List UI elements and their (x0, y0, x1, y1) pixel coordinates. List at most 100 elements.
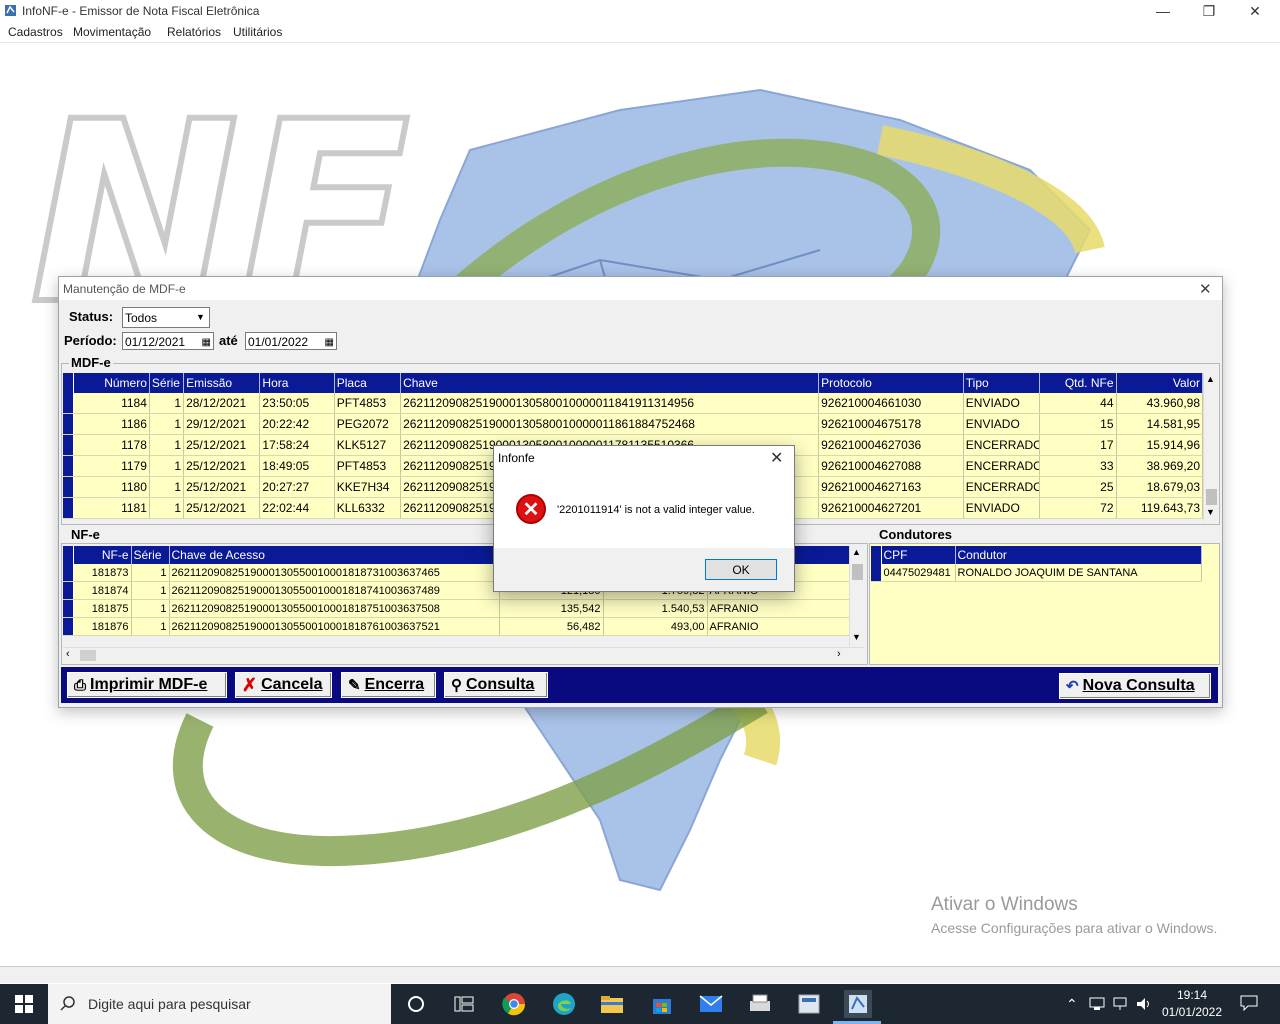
imprimir-mdfe-button[interactable]: ⎙ Imprimir MDF-e (67, 672, 227, 698)
cell-emissao: 25/12/2021 (183, 497, 261, 519)
clock-time[interactable]: 19:14 (1172, 988, 1212, 1002)
chevron-up-icon[interactable]: ⌃ (1066, 996, 1078, 1013)
cell-destino: AFRANIO (707, 617, 850, 636)
scanner-app-icon[interactable] (746, 990, 774, 1018)
encerra-button[interactable]: ✎ Encerra (341, 672, 436, 698)
menu-relatorios[interactable]: Relatórios (167, 25, 221, 39)
infonfe-taskbar-icon[interactable] (844, 990, 872, 1018)
cell-qtd-nfe: 25 (1039, 476, 1117, 498)
row-indicator-header (63, 546, 74, 564)
volume-icon[interactable] (1136, 997, 1154, 1011)
col-qtd-nfe[interactable]: Qtd. NFe (1039, 373, 1117, 393)
col-protocolo[interactable]: Protocolo (818, 373, 964, 393)
edge-icon[interactable] (550, 990, 578, 1018)
table-row[interactable]: 1186 1 29/12/2021 20:22:42 PEG2072 26211… (63, 413, 1203, 435)
col-tipo[interactable]: Tipo (963, 373, 1041, 393)
cancela-button[interactable]: ✗ Cancela (235, 672, 332, 698)
periodo-end-field[interactable]: 01/01/2022 ▦ (245, 332, 337, 350)
mdfe-titlebar: Manutenção de MDF-e ✕ (59, 277, 1222, 300)
start-windows-icon[interactable] (10, 990, 38, 1018)
menu-cadastros[interactable]: Cadastros (8, 25, 63, 39)
col-cpf[interactable]: CPF (881, 546, 956, 564)
col-nfe[interactable]: NF-e (73, 546, 132, 564)
col-valor[interactable]: Valor (1116, 373, 1203, 393)
menu-movimentacao[interactable]: Movimentação (73, 25, 151, 39)
table-row[interactable]: 181876 1 2621120908251900013055001000181… (63, 617, 850, 636)
error-dialog: Infonfe ✕ ✕ '2201011914' is not a valid … (493, 445, 795, 592)
cell-valor: 38.969,20 (1116, 455, 1203, 477)
col-placa[interactable]: Placa (334, 373, 402, 393)
table-row[interactable]: 181875 1 2621120908251900013055001000181… (63, 599, 850, 618)
encerra-label: Encerra (364, 676, 425, 693)
calendar-icon[interactable]: ▦ (325, 334, 334, 352)
cell-qtd-nfe: 72 (1039, 497, 1117, 519)
col-emissao[interactable]: Emissão (183, 373, 261, 393)
minimize-button[interactable]: — (1140, 0, 1186, 22)
cell-chave: 2621120908251900013058001000001184191131… (400, 393, 820, 414)
scroll-left-icon[interactable]: ‹ (66, 648, 70, 660)
nfe-horizontal-scrollbar[interactable]: ‹ › (63, 647, 864, 663)
status-label: Status: (69, 309, 114, 324)
cell-chave-acesso: 2621120908251900013055001000181875100363… (169, 599, 500, 618)
device-icon[interactable] (1089, 997, 1105, 1011)
close-button[interactable]: ✕ (1232, 0, 1278, 22)
cell-chave: 2621120908251900013058001000001186188475… (400, 413, 820, 435)
scroll-right-icon[interactable]: › (837, 648, 841, 660)
scroll-up-icon[interactable]: ▲ (1206, 374, 1215, 384)
restore-button[interactable]: ❐ (1186, 0, 1232, 22)
scroll-thumb[interactable] (1206, 489, 1217, 505)
table-row[interactable]: 1184 1 28/12/2021 23:50:05 PFT4853 26211… (63, 393, 1203, 414)
mdfe-vertical-scrollbar[interactable]: ▲ ▼ (1203, 373, 1219, 521)
periodo-start-value: 01/12/2021 (125, 335, 186, 349)
chrome-icon[interactable] (500, 990, 528, 1018)
mail-icon[interactable] (697, 990, 725, 1018)
row-indicator (63, 393, 74, 414)
scroll-thumb[interactable] (852, 564, 863, 580)
cell-protocolo: 926210004627036 (818, 434, 964, 456)
consulta-button[interactable]: ⚲ Consulta (444, 672, 548, 698)
mdfe-close-button[interactable]: ✕ (1199, 280, 1212, 298)
store-icon[interactable] (648, 990, 676, 1018)
cortana-icon[interactable] (402, 990, 430, 1018)
dialog-close-button[interactable]: ✕ (770, 448, 783, 468)
menu-utilitarios[interactable]: Utilitários (233, 25, 282, 39)
cell-qtd-nfe: 33 (1039, 455, 1117, 477)
consulta-label: Consulta (466, 676, 535, 693)
ok-button[interactable]: OK (705, 559, 777, 580)
status-select[interactable]: Todos ▼ (122, 307, 210, 328)
cell-nfe: 181875 (73, 599, 132, 618)
col-serie[interactable]: Série (131, 546, 170, 564)
scroll-thumb[interactable] (80, 650, 96, 661)
cell-valor: 119.643,73 (1116, 497, 1203, 519)
calculator-app-icon[interactable] (795, 990, 823, 1018)
col-condutor[interactable]: Condutor (955, 546, 1202, 564)
table-row[interactable]: 04475029481 RONALDO JOAQUIM DE SANTANA (871, 564, 1202, 582)
scroll-down-icon[interactable]: ▼ (852, 632, 861, 642)
calendar-icon[interactable]: ▦ (202, 334, 211, 352)
nova-consulta-button[interactable]: ↶ Nova Consulta (1059, 673, 1211, 699)
periodo-label: Período: (64, 333, 117, 348)
ate-label: até (219, 333, 238, 348)
row-indicator (63, 564, 74, 582)
task-view-icon[interactable] (450, 990, 478, 1018)
scroll-down-icon[interactable]: ▼ (1206, 507, 1215, 517)
cancel-x-icon: ✗ (242, 674, 258, 695)
cell-placa: PEG2072 (334, 413, 402, 435)
col-hora[interactable]: Hora (259, 373, 335, 393)
col-chave[interactable]: Chave (400, 373, 820, 393)
periodo-start-field[interactable]: 01/12/2021 ▦ (122, 332, 214, 350)
col-serie[interactable]: Série (149, 373, 185, 393)
clock-date[interactable]: 01/01/2022 (1160, 1005, 1224, 1019)
notification-icon[interactable] (1240, 995, 1258, 1011)
file-explorer-icon[interactable] (598, 990, 626, 1018)
cell-chave-acesso: 2621120908251900013055001000181873100363… (169, 564, 500, 582)
network-icon[interactable] (1113, 997, 1131, 1011)
cell-protocolo: 926210004627163 (818, 476, 964, 498)
col-chave-acesso[interactable]: Chave de Acesso (169, 546, 500, 564)
col-numero[interactable]: Número (73, 373, 150, 393)
periodo-end-value: 01/01/2022 (248, 335, 309, 349)
nfe-vertical-scrollbar[interactable]: ▲ ▼ (849, 546, 865, 646)
chevron-down-icon[interactable]: ▼ (193, 309, 208, 326)
cell-placa: PFT4853 (334, 455, 402, 477)
scroll-up-icon[interactable]: ▲ (852, 547, 861, 557)
